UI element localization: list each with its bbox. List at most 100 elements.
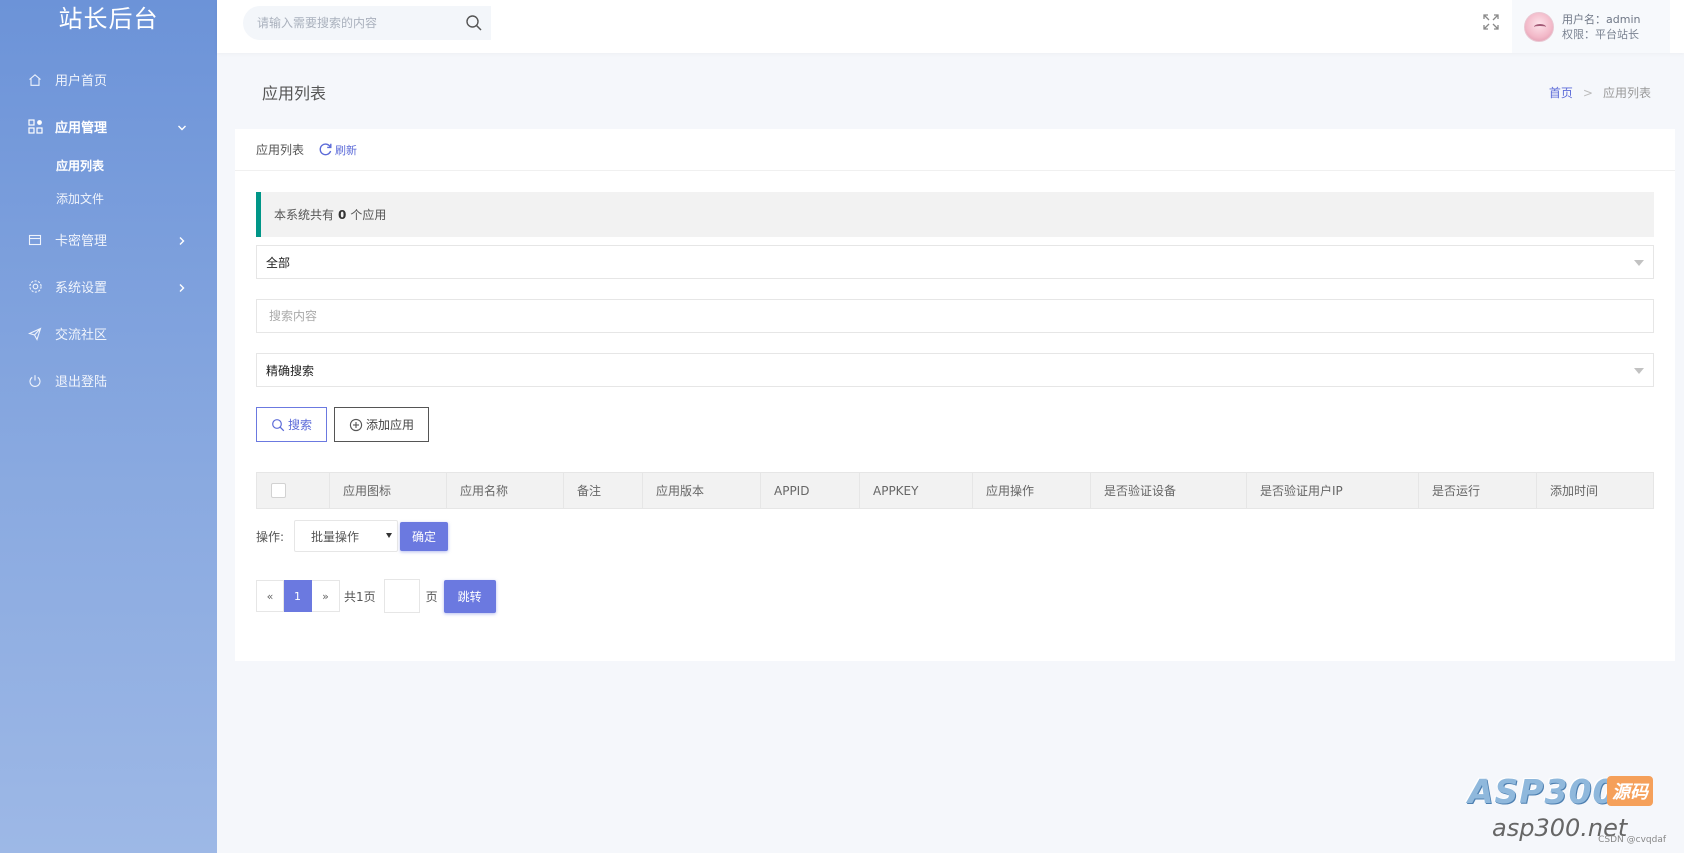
- home-icon: [27, 72, 43, 88]
- watermark-csdn: CSDN @cvqdaf: [1598, 835, 1666, 845]
- pagination-page-1[interactable]: 1: [284, 580, 312, 612]
- batch-operation-row: 操作: 批量操作 确定: [256, 520, 1654, 552]
- sidebar-item-community[interactable]: 交流社区: [0, 310, 217, 357]
- table-header-remark: 备注: [563, 472, 643, 509]
- search-button-label: 搜索: [288, 418, 313, 432]
- refresh-icon: [318, 142, 333, 157]
- caret-down-icon: [1634, 260, 1644, 266]
- filter-select-value: 全部: [266, 255, 291, 270]
- caret-down-icon: [386, 533, 393, 538]
- refresh-label: 刷新: [335, 143, 358, 157]
- refresh-button[interactable]: 刷新: [318, 142, 357, 158]
- breadcrumb-current: 应用列表: [1602, 86, 1651, 100]
- pagination: « 1 » 共1页 页 跳转: [256, 579, 1654, 613]
- fullscreen-icon[interactable]: [1482, 13, 1500, 31]
- global-search-input[interactable]: [243, 16, 453, 30]
- table-header-app-version: 应用版本: [642, 472, 761, 509]
- user-name: 用户名：admin: [1562, 12, 1641, 26]
- breadcrumb-separator: >: [1582, 85, 1593, 100]
- pagination-next[interactable]: »: [312, 580, 340, 612]
- sidebar-item-user-home[interactable]: 用户首页: [0, 56, 217, 103]
- table-header-verify-ip: 是否验证用户IP: [1246, 472, 1419, 509]
- card-icon: [27, 232, 43, 248]
- table-header-add-time: 添加时间: [1536, 472, 1654, 509]
- card-header-title: 应用列表: [256, 143, 305, 157]
- add-app-button[interactable]: 添加应用: [334, 407, 430, 442]
- search-button[interactable]: 搜索: [256, 407, 328, 442]
- sidebar-item-logout[interactable]: 退出登陆: [0, 357, 217, 404]
- table-header-app-icon: 应用图标: [329, 472, 447, 509]
- pagination-jump-button[interactable]: 跳转: [443, 579, 496, 613]
- batch-confirm-button[interactable]: 确定: [400, 521, 449, 551]
- sidebar-item-label: 交流社区: [55, 328, 108, 343]
- add-app-button-label: 添加应用: [366, 418, 415, 432]
- pagination-jump-field: [383, 579, 420, 613]
- notice-suffix: 个应用: [350, 208, 387, 222]
- sidebar-item-system-settings[interactable]: 系统设置: [0, 263, 217, 310]
- search-input[interactable]: [257, 300, 1653, 332]
- app-count-notice: 本系统共有 0 个应用: [256, 192, 1654, 237]
- table-header-app-actions: 应用操作: [972, 472, 1091, 509]
- pagination-jump-input[interactable]: [384, 580, 419, 612]
- card-body: 本系统共有 0 个应用 全部 精确搜索 搜索: [235, 171, 1675, 613]
- table-header-select-all: [256, 472, 330, 509]
- search-icon[interactable]: [465, 14, 483, 32]
- action-buttons: 搜索 添加应用: [256, 407, 1654, 442]
- user-info: 用户名：admin 权限：平台站长: [1562, 12, 1640, 42]
- sidebar-subitem-app-list[interactable]: 应用列表: [0, 150, 217, 183]
- table-header-appid: APPID: [760, 472, 860, 509]
- search-mode-select[interactable]: 精确搜索: [256, 353, 1654, 387]
- sidebar-item-label: 应用管理: [55, 121, 108, 136]
- chevron-down-icon: [177, 122, 187, 132]
- global-search: [243, 6, 491, 40]
- notice-prefix: 本系统共有: [274, 208, 335, 222]
- pagination-total: 共1页: [344, 589, 376, 604]
- chevron-right-icon: [177, 282, 187, 292]
- user-role: 权限：平台站长: [1562, 27, 1639, 41]
- brand-title: 站长后台: [58, 5, 159, 33]
- table-header-row: 应用图标 应用名称 备注 应用版本 APPID APPKEY 应用操作 是否验证…: [256, 472, 1654, 509]
- sidebar-item-label: 用户首页: [55, 74, 108, 89]
- sidebar-item-label: 系统设置: [55, 281, 108, 296]
- top-bar: 用户名：admin 权限：平台站长: [217, 0, 1684, 53]
- batch-select-value: 批量操作: [311, 529, 360, 544]
- sidebar-item-label: 退出登陆: [55, 375, 108, 390]
- add-circle-icon: [349, 418, 363, 432]
- notice-count: 0: [338, 207, 347, 222]
- app-table: 应用图标 应用名称 备注 应用版本 APPID APPKEY 应用操作 是否验证…: [256, 472, 1654, 509]
- chevron-right-icon: [177, 235, 187, 245]
- table-header-verify-device: 是否验证设备: [1090, 472, 1247, 509]
- card-header: 应用列表 刷新: [235, 129, 1675, 171]
- app-list-card: 应用列表 刷新 本系统共有 0 个应用 全部 精确搜索: [235, 129, 1675, 661]
- filter-select[interactable]: 全部: [256, 245, 1654, 279]
- sidebar-item-card-management[interactable]: 卡密管理: [0, 216, 217, 263]
- avatar: [1524, 11, 1554, 42]
- page-title: 应用列表: [262, 84, 327, 103]
- table-header-running: 是否运行: [1418, 472, 1537, 509]
- sidebar-nav: 用户首页 应用管理 应用列表 添加文件 卡密管理 系统设置 交流社区 退出登陆: [0, 56, 217, 404]
- sidebar-item-app-management[interactable]: 应用管理: [0, 103, 217, 150]
- user-menu[interactable]: 用户名：admin 权限：平台站长: [1512, 0, 1670, 53]
- table-header-appkey: APPKEY: [859, 472, 973, 509]
- watermark-source: 源码: [1607, 776, 1653, 806]
- sidebar-subitem-add-file[interactable]: 添加文件: [0, 183, 217, 216]
- watermark: ASP300 源码 asp300.net CSDN @cvqdaf: [1468, 772, 1668, 847]
- search-mode-value: 精确搜索: [266, 363, 315, 378]
- batch-operation-select[interactable]: 批量操作: [294, 520, 399, 552]
- watermark-asp: ASP300: [1468, 772, 1617, 811]
- pagination-unit: 页: [425, 589, 438, 604]
- table-header-app-name: 应用名称: [446, 472, 564, 509]
- caret-down-icon: [1634, 368, 1644, 374]
- select-all-checkbox[interactable]: [271, 483, 286, 498]
- batch-label: 操作:: [256, 529, 285, 544]
- power-icon: [27, 373, 43, 389]
- apps-icon: [27, 119, 43, 135]
- gear-icon: [27, 279, 43, 295]
- sidebar: 站长后台 用户首页 应用管理 应用列表 添加文件 卡密管理 系统设置 交流社区 …: [0, 0, 217, 853]
- sidebar-item-label: 卡密管理: [55, 234, 108, 249]
- paper-plane-icon: [27, 326, 43, 342]
- pagination-prev[interactable]: «: [256, 580, 284, 612]
- breadcrumb-home[interactable]: 首页: [1549, 84, 1573, 101]
- breadcrumb: 首页 > 应用列表: [1549, 84, 1651, 101]
- search-field: [256, 299, 1654, 333]
